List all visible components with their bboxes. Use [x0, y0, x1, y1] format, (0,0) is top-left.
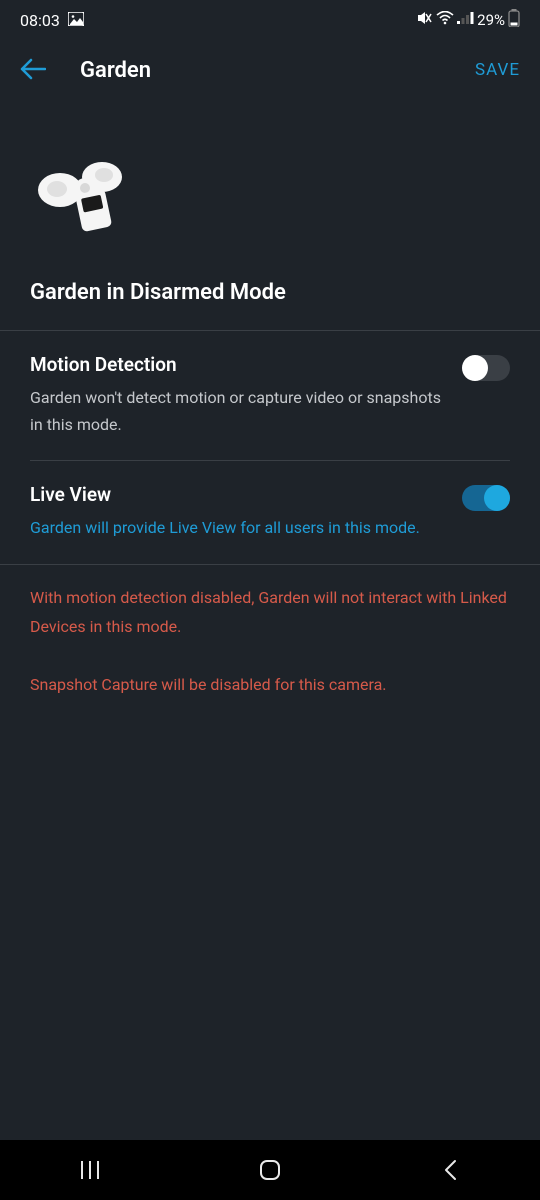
warning-snapshot: Snapshot Capture will be disabled for th…	[30, 670, 510, 700]
app-header: Garden SAVE	[0, 40, 540, 100]
status-bar: 08:03 29%	[0, 0, 540, 40]
device-image	[30, 155, 140, 245]
motion-detection-setting: Motion Detection Garden won't detect mot…	[0, 331, 540, 460]
navigation-bar	[0, 1140, 540, 1200]
battery-percent: 29%	[477, 11, 505, 29]
mode-title: Garden in Disarmed Mode	[0, 280, 540, 330]
motion-desc: Garden won't detect motion or capture vi…	[30, 384, 442, 438]
live-toggle[interactable]	[462, 485, 510, 511]
mute-icon	[416, 10, 433, 30]
status-time: 08:03	[20, 11, 60, 30]
image-icon	[68, 11, 84, 30]
save-button[interactable]: SAVE	[475, 60, 520, 80]
home-button[interactable]	[230, 1158, 310, 1182]
motion-toggle[interactable]	[462, 355, 510, 381]
live-view-setting: Live View Garden will provide Live View …	[0, 461, 540, 563]
warning-section: With motion detection disabled, Garden w…	[0, 565, 540, 718]
signal-icon	[457, 11, 474, 29]
page-title: Garden	[80, 58, 475, 83]
recents-button[interactable]	[50, 1160, 130, 1180]
live-title: Live View	[30, 483, 442, 506]
back-nav-button[interactable]	[410, 1159, 490, 1181]
motion-title: Motion Detection	[30, 353, 442, 376]
warning-linked-devices: With motion detection disabled, Garden w…	[30, 583, 510, 642]
live-desc: Garden will provide Live View for all us…	[30, 514, 442, 541]
wifi-icon	[436, 11, 454, 29]
battery-icon	[508, 9, 520, 31]
back-button[interactable]	[20, 54, 46, 87]
